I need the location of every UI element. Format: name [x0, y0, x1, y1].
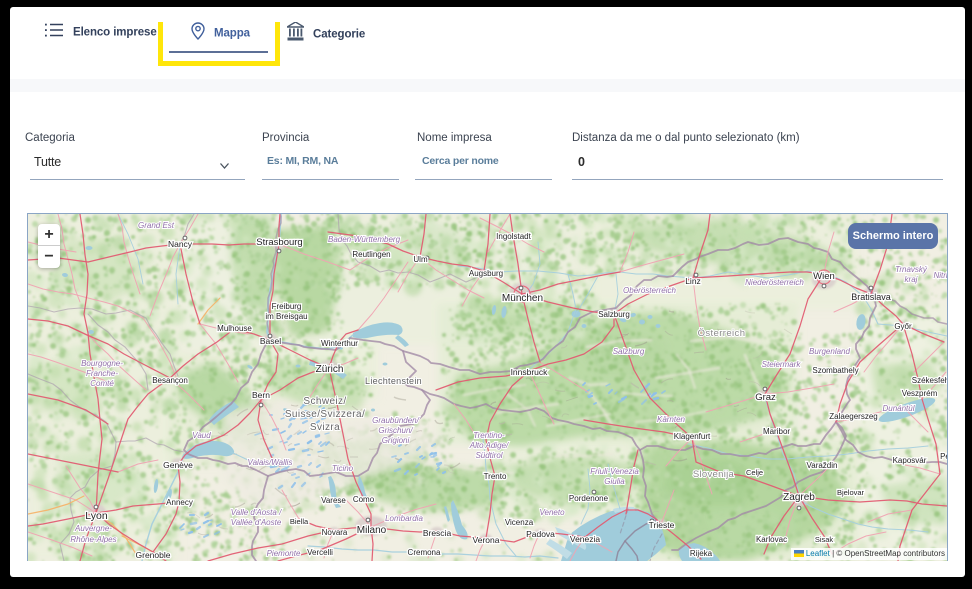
- svg-text:Rhône-Alpes: Rhône-Alpes: [70, 535, 116, 544]
- svg-text:Suisse/Svizzera/: Suisse/Svizzera/: [285, 409, 365, 420]
- svg-text:Zürich: Zürich: [316, 364, 344, 375]
- svg-text:Szombathely: Szombathely: [812, 366, 858, 375]
- svg-text:Basel: Basel: [260, 336, 281, 346]
- svg-text:Mulhouse: Mulhouse: [217, 324, 252, 333]
- svg-text:Burgenland: Burgenland: [809, 347, 850, 356]
- svg-text:Steiermark: Steiermark: [762, 360, 802, 369]
- svg-text:Brescia: Brescia: [423, 528, 452, 538]
- svg-text:Slovenija: Slovenija: [693, 469, 735, 480]
- svg-text:Verona: Verona: [473, 535, 500, 545]
- svg-text:Vallée d'Aoste: Vallée d'Aoste: [231, 518, 282, 527]
- svg-text:Vaud: Vaud: [192, 431, 211, 440]
- svg-text:kraj: kraj: [905, 275, 918, 284]
- svg-text:Klagenfurt: Klagenfurt: [674, 432, 711, 441]
- svg-text:Varese: Varese: [321, 496, 346, 505]
- svg-text:Grand Est: Grand Est: [138, 221, 175, 230]
- svg-text:Venezia: Venezia: [570, 534, 601, 544]
- svg-text:Österreich: Österreich: [698, 328, 746, 339]
- svg-text:Veneto: Veneto: [539, 508, 565, 517]
- svg-text:Rijeka: Rijeka: [690, 549, 713, 558]
- svg-text:Freiburg: Freiburg: [272, 302, 302, 311]
- svg-text:Genève: Genève: [163, 460, 193, 470]
- svg-text:im Breisgau: im Breisgau: [265, 312, 307, 321]
- svg-text:Kaposvár: Kaposvár: [893, 456, 927, 465]
- svg-text:Trieste: Trieste: [649, 520, 675, 530]
- svg-text:Oberösterreich: Oberösterreich: [623, 286, 676, 295]
- svg-text:Lombardia: Lombardia: [385, 514, 423, 523]
- svg-text:Milano: Milano: [357, 525, 387, 536]
- svg-text:Vercelli: Vercelli: [307, 548, 333, 557]
- svg-text:Varaždin: Varaždin: [807, 461, 838, 470]
- svg-text:Reutlingen: Reutlingen: [352, 250, 390, 259]
- svg-text:Valle d'Aosta /: Valle d'Aosta /: [231, 508, 282, 517]
- svg-text:Lyon: Lyon: [85, 510, 108, 522]
- svg-text:Celje: Celje: [746, 468, 763, 477]
- svg-text:Alto Adige/: Alto Adige/: [469, 441, 509, 450]
- svg-text:Linz: Linz: [685, 276, 701, 286]
- svg-text:Padova: Padova: [526, 529, 555, 539]
- svg-text:Zagreb: Zagreb: [783, 492, 815, 503]
- svg-text:Schweiz/: Schweiz/: [303, 396, 346, 407]
- svg-text:Winterthur: Winterthur: [321, 339, 358, 348]
- svg-text:Piemonte: Piemonte: [267, 549, 301, 558]
- svg-text:Trnavský: Trnavský: [895, 265, 928, 274]
- svg-text:Annecy: Annecy: [166, 498, 193, 507]
- svg-text:Bern: Bern: [252, 390, 270, 400]
- svg-text:Biella: Biella: [290, 517, 309, 526]
- svg-text:Innsbruck: Innsbruck: [511, 367, 549, 377]
- svg-text:Kärnten: Kärnten: [657, 415, 686, 424]
- svg-text:Trento: Trento: [484, 472, 507, 481]
- svg-text:Augsburg: Augsburg: [469, 269, 503, 278]
- svg-text:Franche-: Franche-: [86, 369, 118, 378]
- svg-text:Strasbourg: Strasbourg: [256, 237, 302, 248]
- svg-text:Trentino-: Trentino-: [473, 431, 505, 440]
- svg-text:Graz: Graz: [755, 392, 776, 403]
- svg-text:Baden-Württemberg: Baden-Württemberg: [328, 235, 401, 244]
- svg-text:Sisak: Sisak: [815, 535, 834, 544]
- svg-text:Vicenza: Vicenza: [505, 518, 534, 527]
- svg-text:Maribor: Maribor: [763, 427, 790, 436]
- svg-text:Ingolstadt: Ingolstadt: [496, 232, 531, 241]
- svg-text:Valais/Wallis: Valais/Wallis: [248, 458, 293, 467]
- svg-text:Bratislava: Bratislava: [851, 292, 891, 302]
- svg-text:Győr: Győr: [894, 322, 912, 331]
- svg-text:Liechtenstein: Liechtenstein: [365, 376, 422, 386]
- svg-text:Giulia: Giulia: [604, 477, 625, 486]
- svg-text:Wien: Wien: [813, 271, 835, 282]
- svg-text:Veszprém: Veszprém: [902, 389, 938, 398]
- svg-text:Grischun/: Grischun/: [378, 426, 413, 435]
- svg-text:Auvergne-: Auvergne-: [74, 524, 112, 533]
- svg-text:Grenoble: Grenoble: [136, 550, 171, 560]
- svg-text:Péc: Péc: [940, 452, 947, 461]
- svg-text:Bjelovar: Bjelovar: [837, 488, 865, 497]
- svg-text:Südtirol: Südtirol: [475, 451, 502, 460]
- svg-text:Székesfehérv: Székesfehérv: [912, 376, 947, 385]
- svg-text:Nitrian: Nitrian: [933, 271, 947, 280]
- svg-text:Bourgogne-: Bourgogne-: [81, 359, 123, 368]
- svg-text:Novara: Novara: [322, 528, 348, 537]
- svg-text:München: München: [502, 293, 543, 304]
- svg-text:Salzburg: Salzburg: [613, 347, 645, 356]
- svg-text:Pordenone: Pordenone: [569, 494, 609, 503]
- svg-text:Dunántúl: Dunántúl: [882, 404, 914, 413]
- svg-text:Friuli-Venezia: Friuli-Venezia: [590, 467, 639, 476]
- svg-text:Salzburg: Salzburg: [598, 310, 630, 319]
- svg-text:Como: Como: [353, 495, 375, 504]
- svg-text:Cremona: Cremona: [408, 548, 441, 557]
- svg-text:Grigioni: Grigioni: [382, 436, 410, 445]
- svg-text:Graubünden/: Graubünden/: [372, 416, 419, 425]
- svg-text:Zalaegerszeg: Zalaegerszeg: [829, 412, 877, 421]
- svg-text:Niederösterreich: Niederösterreich: [745, 278, 804, 287]
- svg-text:Ticino: Ticino: [332, 464, 354, 473]
- svg-text:Comté: Comté: [90, 379, 114, 388]
- svg-text:Ulm: Ulm: [413, 255, 428, 264]
- svg-text:Besançon: Besançon: [152, 376, 188, 385]
- svg-text:Nancy: Nancy: [168, 239, 193, 249]
- svg-text:Karlovac: Karlovac: [756, 535, 787, 544]
- svg-text:Svizra: Svizra: [310, 422, 340, 433]
